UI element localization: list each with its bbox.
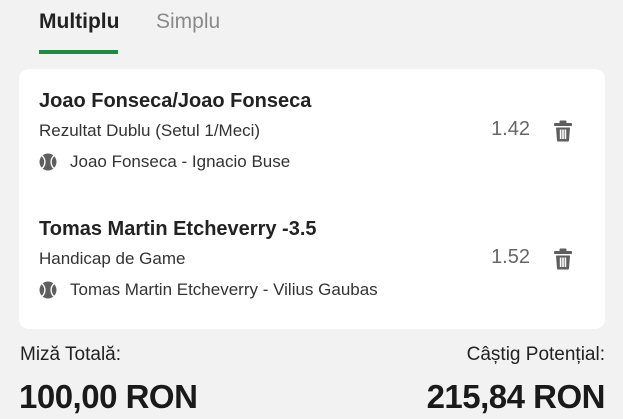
- bet-match-label: Tomas Martin Etcheverry - Vilius Gaubas: [70, 280, 378, 299]
- active-tab-indicator: [39, 50, 118, 54]
- bet-selection: Joao Fonseca/Joao Fonseca: [39, 90, 312, 112]
- bet-item: Tomas Martin Etcheverry -3.5 Handicap de…: [19, 212, 605, 334]
- bet-match: Tomas Martin Etcheverry - Vilius Gaubas: [39, 279, 378, 301]
- betslip: Multiplu Simplu Joao Fonseca/Joao Fonsec…: [0, 0, 623, 419]
- bets-card: Joao Fonseca/Joao Fonseca Rezultat Dublu…: [19, 69, 605, 329]
- tennis-ball-icon: [39, 281, 57, 299]
- bet-odds: 1.52: [491, 246, 530, 268]
- tennis-ball-icon: [39, 153, 57, 171]
- tab-multiplu[interactable]: Multiplu: [39, 8, 119, 36]
- betslip-summary: Miză Totală: Câștig Potențial: 100,00 RO…: [0, 330, 623, 419]
- total-stake-label: Miză Totală:: [20, 344, 122, 365]
- trash-icon[interactable]: [553, 248, 573, 270]
- bet-odds: 1.42: [491, 118, 530, 140]
- total-stake-value[interactable]: 100,00 RON: [19, 378, 198, 416]
- bet-selection: Tomas Martin Etcheverry -3.5: [39, 218, 317, 240]
- bet-market: Rezultat Dublu (Setul 1/Meci): [39, 121, 261, 140]
- tab-simplu[interactable]: Simplu: [156, 8, 220, 36]
- bet-item: Joao Fonseca/Joao Fonseca Rezultat Dublu…: [19, 84, 605, 206]
- trash-icon[interactable]: [553, 120, 573, 142]
- bet-market: Handicap de Game: [39, 249, 186, 268]
- betslip-tabs: Multiplu Simplu: [0, 0, 623, 56]
- bet-match-label: Joao Fonseca - Ignacio Buse: [70, 152, 291, 171]
- potential-win-label: Câștig Potențial:: [466, 344, 605, 365]
- potential-win-value: 215,84 RON: [426, 378, 606, 415]
- bet-match: Joao Fonseca - Ignacio Buse: [39, 151, 290, 173]
